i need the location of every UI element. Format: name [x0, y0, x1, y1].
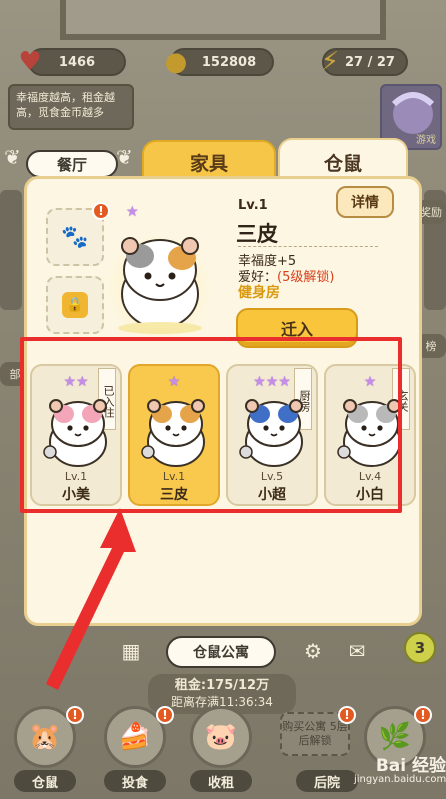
background-window-frame	[60, 0, 386, 40]
nav-rent-button[interactable]: 🐷	[190, 706, 252, 768]
food-icon: 🍰	[118, 722, 152, 752]
hobby-room: 健身房	[238, 285, 280, 301]
heart-icon: ♥	[18, 47, 42, 77]
locked-slot[interactable]: 🔒	[46, 276, 104, 334]
nav-feed-badge: !	[156, 706, 174, 724]
event-card-label: 游戏	[416, 135, 436, 146]
background-shelf-left	[0, 190, 22, 310]
hearts-value: 1466	[58, 54, 96, 70]
tab-hamster-label: 仓鼠	[323, 152, 362, 175]
highlight-box	[20, 337, 402, 513]
rent-amount: 租金:175/12万	[174, 678, 270, 693]
hamster-apartment-label: 仓鼠公寓	[193, 645, 249, 661]
info-divider	[238, 246, 378, 247]
wing-left-icon: ❦	[4, 145, 21, 169]
selected-hamster-portrait	[118, 237, 202, 334]
watermark-url: jingyan.baidu.com	[354, 774, 446, 785]
selected-star-icon: ★	[126, 204, 139, 220]
detail-button[interactable]: 详情	[336, 186, 394, 218]
nav-backyard-label: 后院	[296, 770, 358, 792]
selected-level: Lv.1	[238, 198, 268, 213]
mail-icon[interactable]: ✉	[340, 636, 374, 666]
hamster-icon: 🐹	[28, 722, 62, 752]
hamster-apartment-button[interactable]: 仓鼠公寓	[166, 636, 276, 668]
nav-rent-label: 收租	[190, 770, 252, 792]
nav-hamster-label: 仓鼠	[14, 770, 76, 792]
tab-restaurant-label: 餐厅	[56, 155, 87, 174]
calendar-icon[interactable]: ▦	[114, 636, 148, 666]
watermark-title: Bai 经验	[375, 756, 446, 776]
lock-icon: 🔒	[62, 292, 88, 318]
selected-name: 三皮	[236, 222, 278, 246]
wing-right-icon: ❦	[116, 145, 133, 169]
nav-backyard-badge: !	[414, 706, 432, 724]
buy-apartment-badge: !	[338, 706, 356, 724]
coins-value: 152808	[201, 54, 257, 70]
tab-restaurant[interactable]: 餐厅	[26, 150, 118, 178]
hobby-value: (5级解锁)	[277, 270, 335, 285]
gear-icon[interactable]: ⚙	[296, 636, 330, 666]
tab-furniture-label: 家具	[189, 152, 228, 175]
lightning-icon: ⚡	[320, 47, 340, 77]
detail-button-label: 详情	[351, 195, 379, 211]
piggy-bank-icon: 🐷	[204, 722, 238, 752]
happiness-hint: 幸福度越高，租金越高，觅食金币越多	[8, 84, 134, 130]
backyard-icon: 🌿	[378, 722, 412, 752]
level-badge[interactable]: 3	[404, 632, 436, 664]
nav-hamster-badge: !	[66, 706, 84, 724]
paw-icon: 🐾	[61, 224, 89, 250]
slot-alert-badge: !	[92, 202, 110, 220]
watermark: Bai 经验 jingyan.baidu.com	[354, 756, 446, 796]
coin-icon: ●	[164, 47, 188, 77]
nav-feed-label: 投食	[104, 770, 166, 792]
